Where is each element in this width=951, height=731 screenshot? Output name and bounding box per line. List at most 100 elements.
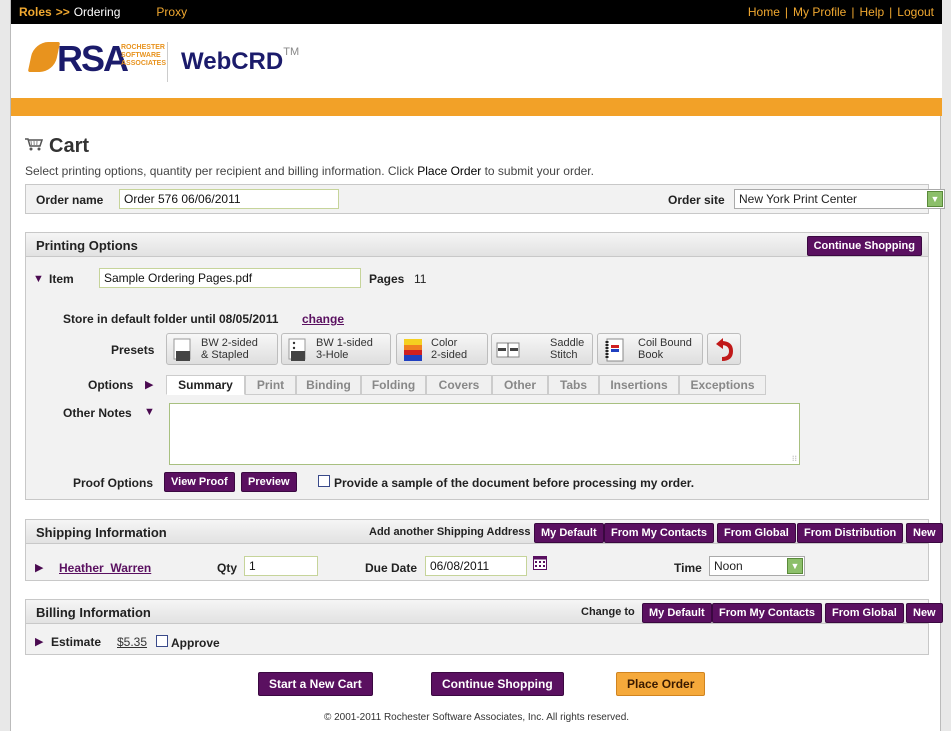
- preset-color-2-sided[interactable]: Color 2-sided: [396, 333, 488, 365]
- tab-insertions[interactable]: Insertions: [599, 375, 679, 395]
- order-site-select[interactable]: New York Print Center ▼: [734, 189, 945, 209]
- page-title: Cart: [25, 135, 89, 158]
- qty-input[interactable]: 1: [244, 556, 318, 576]
- tab-covers[interactable]: Covers: [426, 375, 492, 395]
- my-profile-link[interactable]: My Profile: [793, 5, 846, 19]
- estimate-expand-icon[interactable]: ▶: [35, 635, 43, 648]
- approve-checkbox[interactable]: [156, 635, 168, 647]
- tab-summary[interactable]: Summary: [166, 375, 245, 395]
- billing-title: Billing Information: [36, 605, 151, 620]
- provide-sample-label: Provide a sample of the document before …: [334, 476, 695, 490]
- coil-bound-icon: [605, 338, 624, 362]
- logo-mark-icon: [27, 42, 61, 72]
- double-chevron-icon: >>: [55, 5, 70, 19]
- billing-from-global-button[interactable]: From Global: [825, 603, 904, 623]
- recipient-link[interactable]: Heather_Warren: [59, 561, 151, 575]
- item-label: Item: [49, 272, 74, 286]
- cart-icon: [25, 138, 43, 151]
- options-expand-icon[interactable]: ▶: [145, 378, 153, 391]
- tab-print[interactable]: Print: [245, 375, 296, 395]
- help-link[interactable]: Help: [859, 5, 884, 19]
- item-name-input[interactable]: Sample Ordering Pages.pdf: [99, 268, 361, 288]
- shipping-from-global-button[interactable]: From Global: [717, 523, 796, 543]
- order-panel: Order name Order 576 06/06/2011 Order si…: [25, 184, 945, 214]
- tab-exceptions[interactable]: Exceptions: [679, 375, 766, 395]
- tab-folding[interactable]: Folding: [361, 375, 426, 395]
- product-name: WebCRDTM: [181, 46, 300, 75]
- pages-label: Pages: [369, 272, 405, 286]
- roles-nav: Roles >> Ordering Proxy: [19, 5, 187, 19]
- top-nav-bar: Roles >> Ordering Proxy Home | My Profile | Hel…: [11, 0, 942, 24]
- page: Roles >> Ordering Proxy Home | My Profile | Hel…: [10, 0, 945, 731]
- provide-sample-checkbox[interactable]: [318, 475, 330, 487]
- add-shipping-label: Add another Shipping Address: [369, 526, 531, 538]
- store-folder-text: Store in default folder until 08/05/2011: [63, 312, 279, 326]
- tab-other[interactable]: Other: [492, 375, 548, 395]
- home-link[interactable]: Home: [748, 5, 780, 19]
- recipient-expand-icon[interactable]: ▶: [35, 561, 43, 574]
- estimate-value-link[interactable]: $5.35: [117, 635, 147, 649]
- shipping-from-my-contacts-button[interactable]: From My Contacts: [604, 523, 714, 543]
- due-date-input[interactable]: 06/08/2011: [425, 556, 527, 576]
- tab-binding[interactable]: Binding: [296, 375, 361, 395]
- ordering-role[interactable]: Ordering: [74, 5, 121, 19]
- options-label: Options: [88, 378, 134, 392]
- printing-options-header: Printing Options Continue Shopping: [26, 233, 928, 257]
- preset-label: Color 2-sided: [431, 337, 468, 361]
- preview-button[interactable]: Preview: [241, 472, 297, 492]
- other-notes-textarea[interactable]: ⁝⁝: [169, 403, 800, 465]
- preset-label: BW 1-sided 3-Hole: [316, 337, 373, 361]
- shipping-header: Shipping Information Add another Shippin…: [26, 520, 943, 544]
- brand-header: RSA ROCHESTER SOFTWARE ASSOCIATES WebCRD…: [11, 24, 942, 98]
- utility-links: Home | My Profile | Help | Logout: [748, 5, 934, 19]
- calendar-icon[interactable]: [533, 556, 547, 570]
- header-accent-band: [11, 98, 942, 116]
- order-site-label: Order site: [668, 193, 725, 207]
- order-name-input[interactable]: Order 576 06/06/2011: [119, 189, 339, 209]
- preset-saddle-stitch[interactable]: Saddle Stitch: [491, 333, 593, 365]
- shipping-my-default-button[interactable]: My Default: [534, 523, 604, 543]
- separator: |: [784, 5, 789, 19]
- change-link[interactable]: change: [302, 312, 344, 326]
- resize-grip-icon[interactable]: ⁝⁝: [792, 454, 797, 463]
- preset-bw-2-sided-stapled[interactable]: BW 2-sided & Stapled: [166, 333, 278, 365]
- dropdown-arrow-icon: ▼: [927, 191, 943, 207]
- shipping-new-button[interactable]: New: [906, 523, 943, 543]
- start-new-cart-button[interactable]: Start a New Cart: [258, 672, 373, 696]
- rsa-logo: RSA ROCHESTER SOFTWARE ASSOCIATES: [27, 38, 166, 84]
- place-order-button[interactable]: Place Order: [616, 672, 706, 696]
- due-date-label: Due Date: [365, 561, 418, 575]
- hole-punch-icon: [288, 338, 306, 361]
- roles-link[interactable]: Roles: [19, 5, 52, 19]
- shipping-title: Shipping Information: [36, 525, 167, 540]
- qty-label: Qty: [217, 561, 238, 575]
- printing-options-title: Printing Options: [36, 238, 138, 253]
- preset-bw-1-sided-3-hole[interactable]: BW 1-sided 3-Hole: [281, 333, 391, 365]
- other-notes-label: Other Notes: [63, 406, 132, 420]
- document-stack-icon: [173, 338, 191, 361]
- billing-my-default-button[interactable]: My Default: [642, 603, 712, 623]
- time-label: Time: [674, 561, 702, 575]
- continue-shopping-button[interactable]: Continue Shopping: [806, 236, 922, 256]
- change-to-label: Change to: [581, 606, 635, 618]
- continue-shopping-bottom-button[interactable]: Continue Shopping: [431, 672, 564, 696]
- dropdown-arrow-icon: ▼: [787, 558, 803, 574]
- notes-collapse-icon[interactable]: ▼: [144, 406, 155, 418]
- shipping-from-distribution-button[interactable]: From Distribution: [797, 523, 904, 543]
- view-proof-button[interactable]: View Proof: [164, 472, 235, 492]
- billing-from-my-contacts-button[interactable]: From My Contacts: [712, 603, 822, 623]
- logout-link[interactable]: Logout: [897, 5, 934, 19]
- preset-coil-bound-book[interactable]: Coil Bound Book: [597, 333, 703, 365]
- saddle-stitch-icon: [496, 342, 520, 358]
- color-print-icon: [404, 339, 422, 361]
- time-select[interactable]: Noon ▼: [709, 556, 805, 576]
- tab-tabs[interactable]: Tabs: [548, 375, 599, 395]
- proxy-link[interactable]: Proxy: [156, 5, 187, 19]
- undo-preset-button[interactable]: [707, 333, 741, 365]
- logo-divider: [167, 42, 168, 82]
- preset-label: BW 2-sided & Stapled: [201, 337, 258, 361]
- item-collapse-icon[interactable]: ▼: [33, 273, 44, 285]
- presets-label: Presets: [111, 343, 155, 357]
- billing-new-button[interactable]: New: [906, 603, 943, 623]
- approve-label: Approve: [171, 636, 220, 650]
